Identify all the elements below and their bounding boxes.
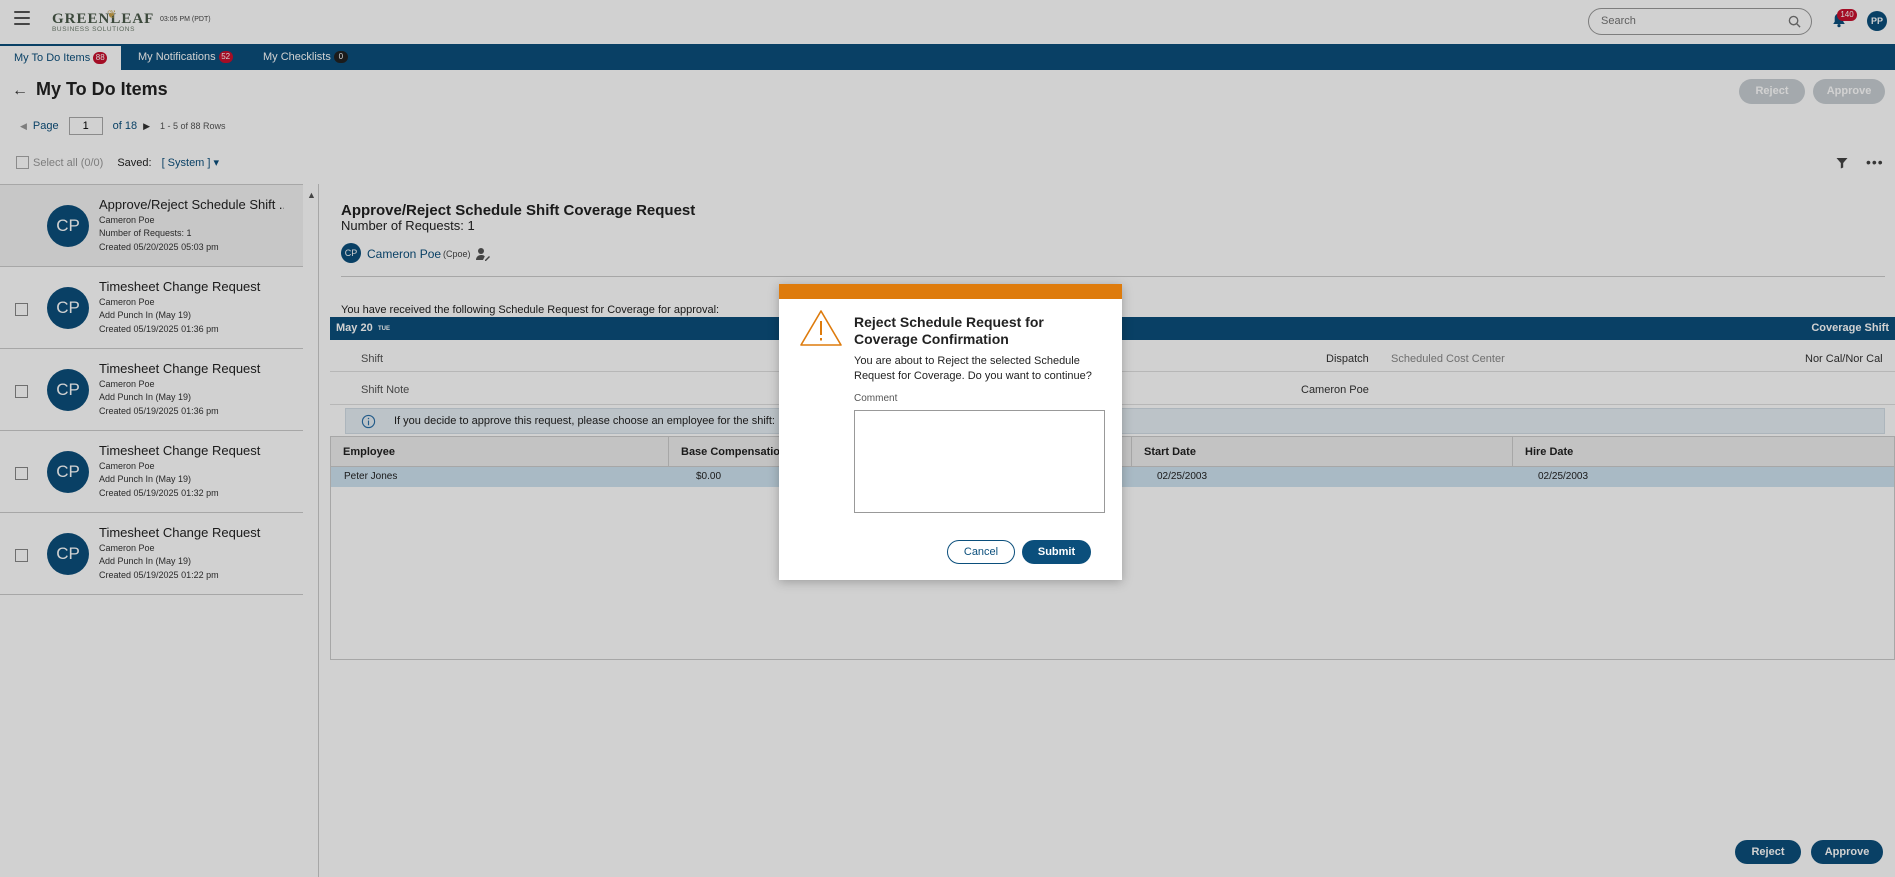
warning-icon [800, 310, 842, 346]
comment-label: Comment [854, 393, 898, 404]
submit-button[interactable]: Submit [1022, 540, 1091, 564]
reject-confirmation-dialog: Reject Schedule Request for Coverage Con… [779, 284, 1122, 580]
cancel-button[interactable]: Cancel [947, 540, 1015, 564]
dialog-accent-bar [779, 284, 1122, 299]
comment-textarea[interactable] [854, 410, 1105, 513]
dialog-message: You are about to Reject the selected Sch… [854, 355, 1092, 382]
dialog-title: Reject Schedule Request for Coverage Con… [854, 314, 1044, 347]
